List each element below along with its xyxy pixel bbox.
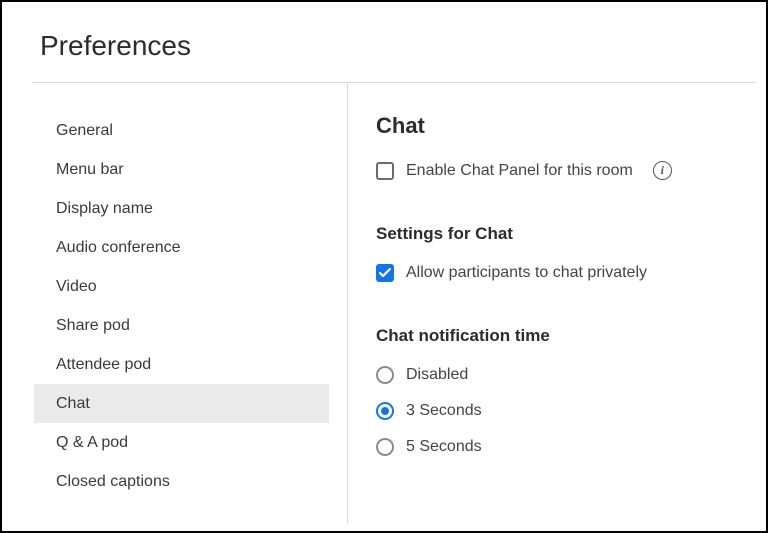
content: GeneralMenu barDisplay nameAudio confere…	[2, 83, 766, 524]
notification-option-row: 3 Seconds	[376, 402, 766, 420]
sidebar-item-video[interactable]: Video	[34, 267, 329, 306]
notification-radio-group: Disabled 3 Seconds 5 Seconds	[376, 366, 766, 456]
allow-private-label: Allow participants to chat privately	[406, 264, 647, 282]
notification-section-title: Chat notification time	[376, 326, 766, 346]
allow-private-row: Allow participants to chat privately	[376, 264, 766, 282]
notification-radio-label: 5 Seconds	[406, 438, 482, 456]
sidebar-item-display-name[interactable]: Display name	[34, 189, 329, 228]
enable-chat-row: Enable Chat Panel for this room i	[376, 161, 766, 180]
allow-private-checkbox[interactable]	[376, 264, 394, 282]
sidebar: GeneralMenu barDisplay nameAudio confere…	[2, 83, 348, 524]
notification-option-row: 5 Seconds	[376, 438, 766, 456]
notification-radio-label: 3 Seconds	[406, 402, 482, 420]
notification-radio[interactable]	[376, 438, 394, 456]
sidebar-item-general[interactable]: General	[34, 111, 329, 150]
panel-title: Chat	[376, 113, 766, 139]
settings-section-title: Settings for Chat	[376, 224, 766, 244]
sidebar-item-audio-conference[interactable]: Audio conference	[34, 228, 329, 267]
notification-radio[interactable]	[376, 402, 394, 420]
sidebar-item-menu-bar[interactable]: Menu bar	[34, 150, 329, 189]
checkmark-icon	[379, 268, 391, 278]
sidebar-item-q-a-pod[interactable]: Q & A pod	[34, 423, 329, 462]
sidebar-item-closed-captions[interactable]: Closed captions	[34, 462, 329, 501]
enable-chat-label: Enable Chat Panel for this room	[406, 162, 633, 180]
main-panel: Chat Enable Chat Panel for this room i S…	[348, 83, 766, 524]
enable-chat-checkbox[interactable]	[376, 162, 394, 180]
notification-option-row: Disabled	[376, 366, 766, 384]
sidebar-item-chat[interactable]: Chat	[34, 384, 329, 423]
sidebar-item-attendee-pod[interactable]: Attendee pod	[34, 345, 329, 384]
sidebar-item-share-pod[interactable]: Share pod	[34, 306, 329, 345]
radio-dot-icon	[381, 407, 389, 415]
notification-radio-label: Disabled	[406, 366, 468, 384]
info-icon[interactable]: i	[653, 161, 672, 180]
header: Preferences	[2, 2, 766, 82]
notification-radio[interactable]	[376, 366, 394, 384]
page-title: Preferences	[40, 30, 728, 62]
